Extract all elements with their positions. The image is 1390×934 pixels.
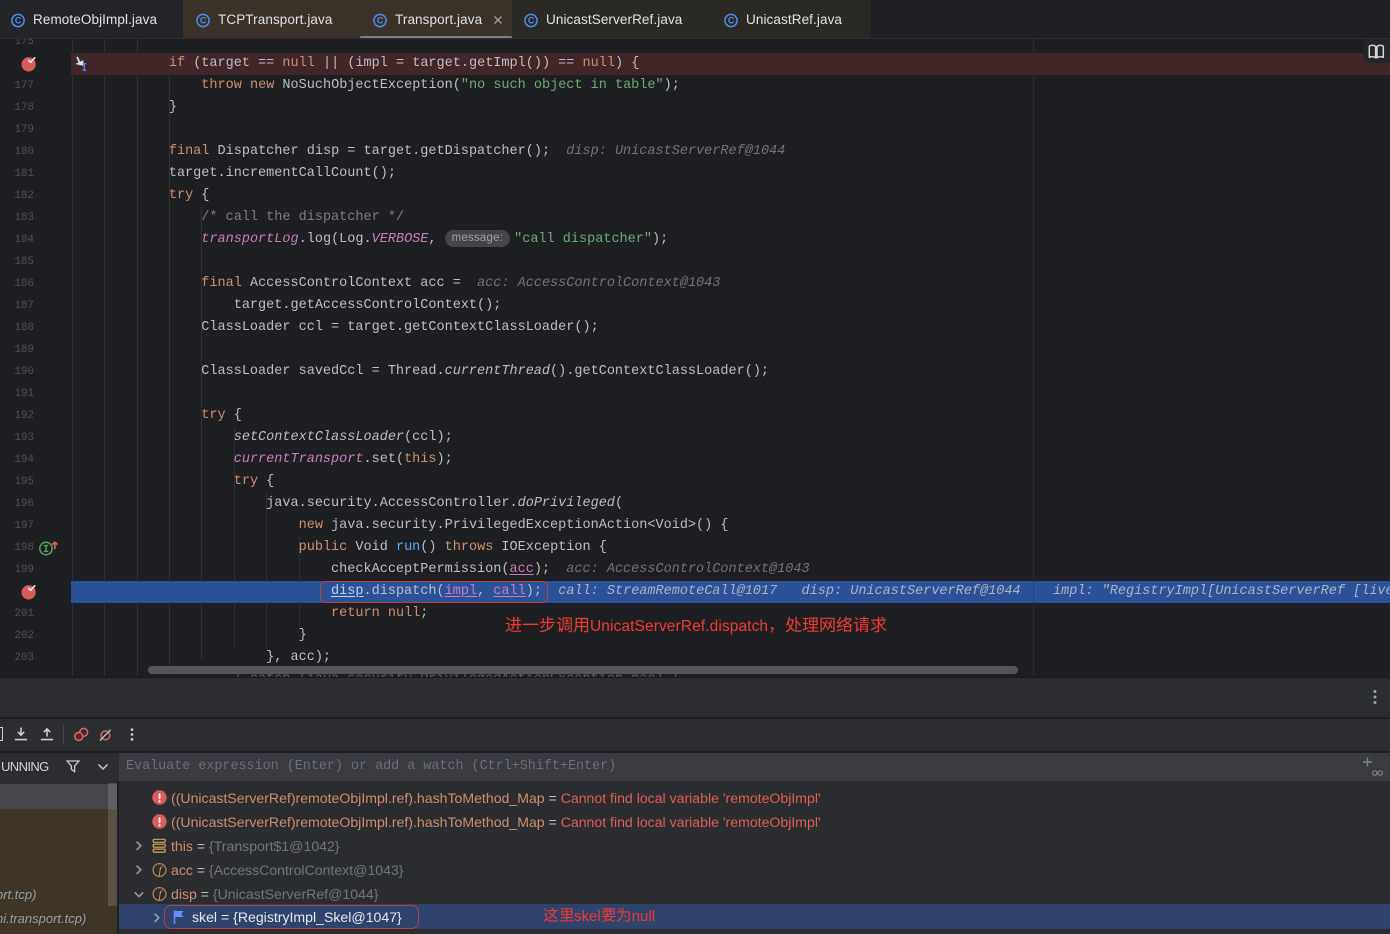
svg-text:C: C bbox=[528, 15, 535, 25]
svg-text:C: C bbox=[200, 15, 207, 25]
svg-text:C: C bbox=[377, 15, 384, 25]
svg-text:C: C bbox=[728, 15, 735, 25]
svg-text:C: C bbox=[15, 15, 22, 25]
